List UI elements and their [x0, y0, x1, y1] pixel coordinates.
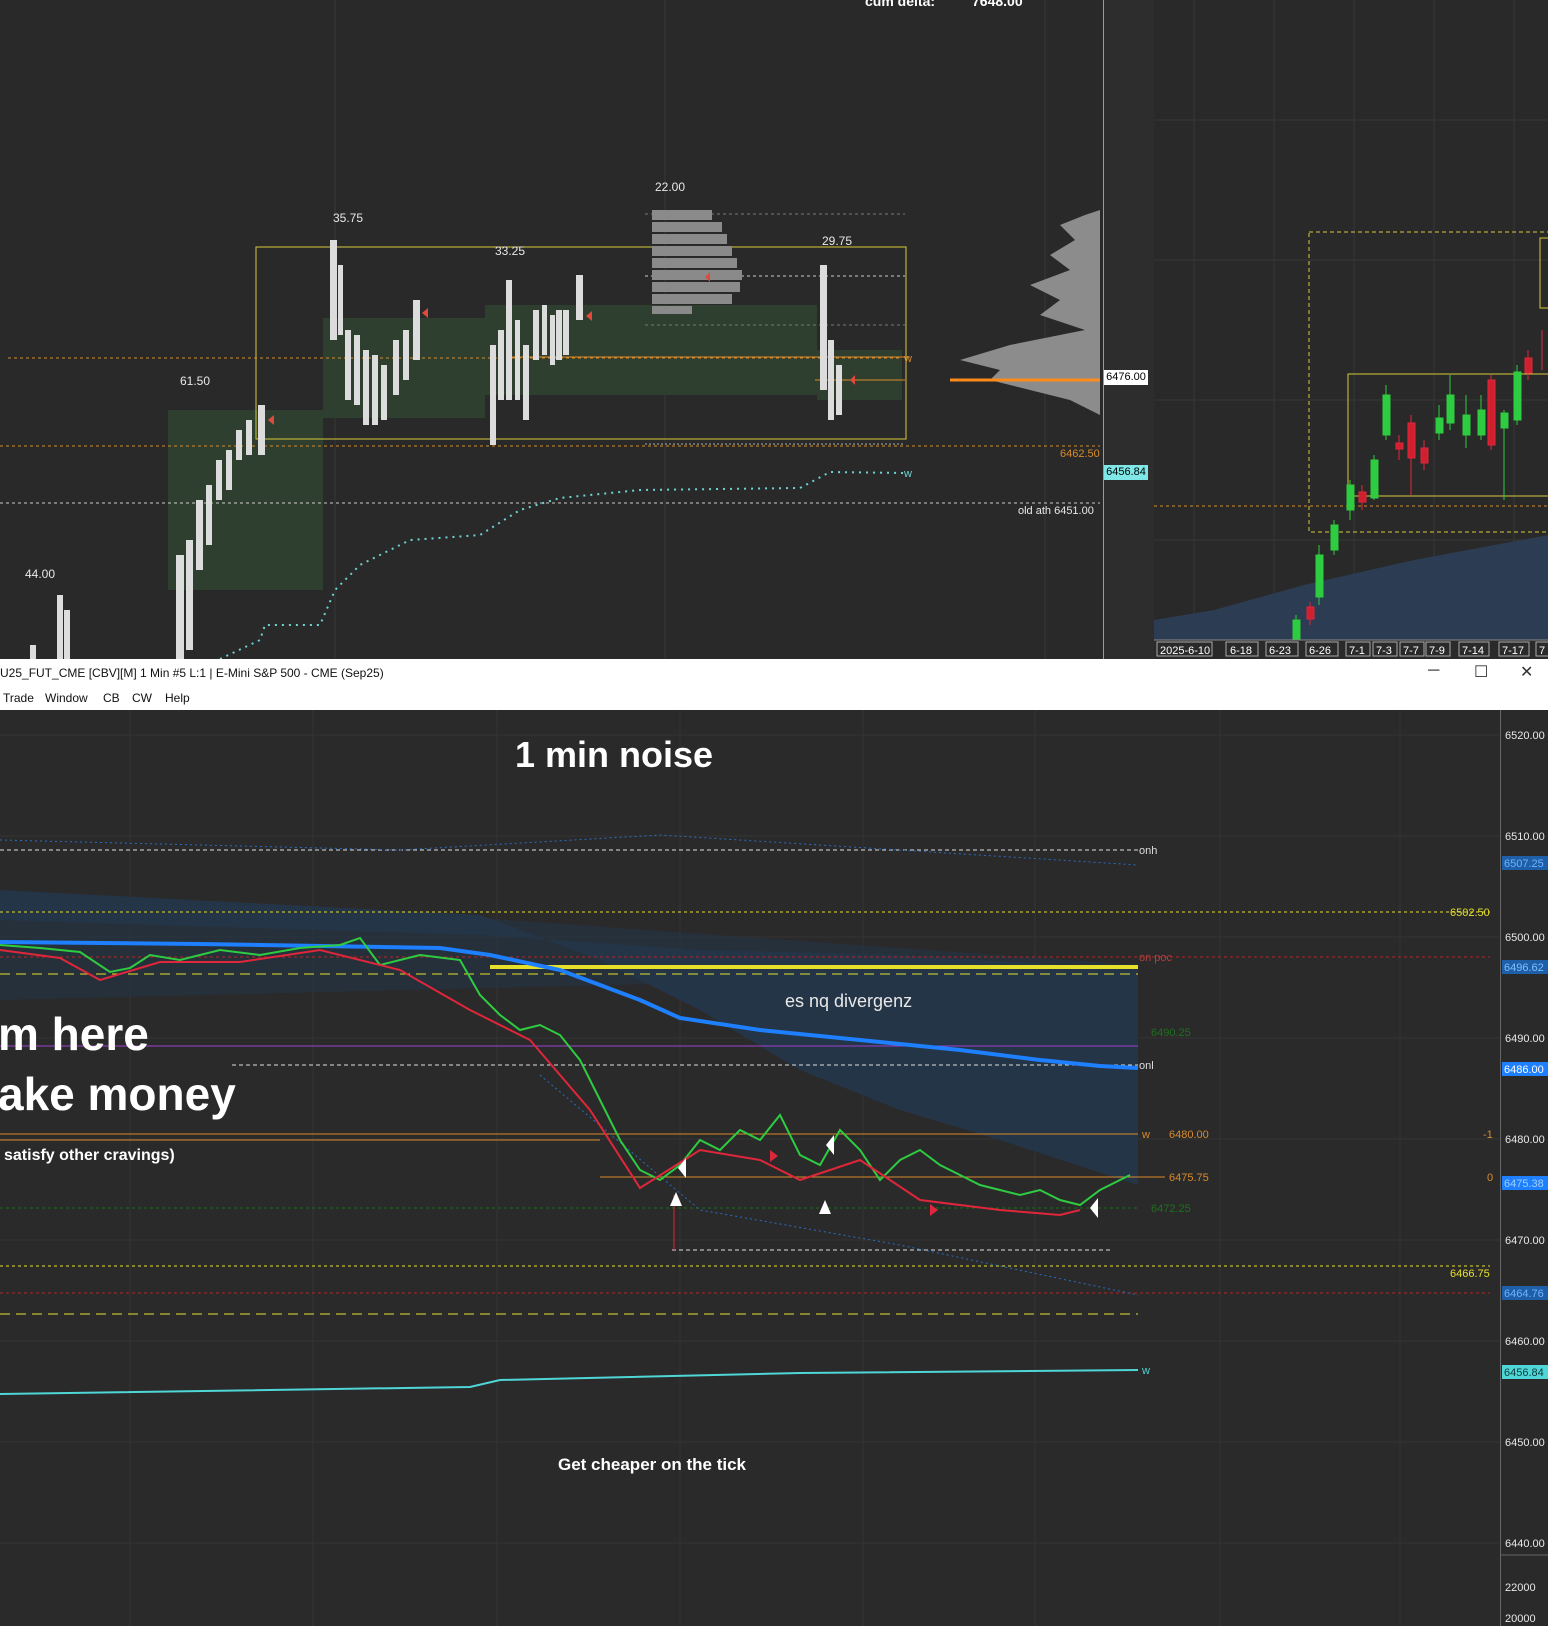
label-w1: w	[1141, 1129, 1150, 1141]
close-button[interactable]: ✕	[1520, 662, 1533, 682]
price-tick-1: 6510.00	[1505, 831, 1545, 843]
volume-tick-1: 20000	[1505, 1613, 1536, 1625]
weekly-vwap-line	[0, 1369, 1139, 1395]
tag-6464: 6464.76	[1504, 1288, 1544, 1300]
cum-delta-value: 7648.00	[972, 0, 1023, 9]
daily-chart-canvas[interactable]: 2025-6-10 6-18 6-23 6-26 7-1 7-3 7-7 7-9…	[1154, 0, 1548, 659]
price-axis[interactable]: 6520.00 6510.00 6500.00 6490.00 6480.00 …	[1500, 710, 1548, 1626]
cum-delta-label: cum delta:	[865, 0, 935, 9]
window-title-bar[interactable]: U25_FUT_CME [CBV][M] 1 Min #5 L:1 | E-Mi…	[0, 659, 1548, 686]
annotation-big-line1: m here	[0, 1008, 149, 1060]
date-tick-0: 2025-6-10	[1160, 645, 1210, 657]
w-marker-cyan: w	[903, 468, 912, 480]
menu-bar[interactable]: Trade Window CB CW Help	[0, 686, 1548, 711]
pane-divider[interactable]: 6476.00 6456.84	[1103, 0, 1155, 659]
range-label-6: 44.00	[25, 567, 55, 581]
tag-6496: 6496.62	[1504, 962, 1544, 974]
range-label-2: 33.25	[495, 244, 525, 258]
price-tick-0: 6520.00	[1505, 730, 1545, 742]
main-chart-canvas[interactable]: 1 min noise es nq divergenz m here ake m…	[0, 710, 1500, 1626]
label-neg1: -1	[1483, 1129, 1493, 1141]
vwap-price-tag: 6456.84	[1104, 465, 1148, 480]
label-6502: 6502.50	[1450, 907, 1490, 919]
date-tick-9: 7-17	[1502, 645, 1524, 657]
menu-cw[interactable]: CW	[132, 691, 152, 705]
menu-help[interactable]: Help	[165, 691, 190, 705]
label-w2: w	[1141, 1365, 1150, 1377]
price-tick-8: 6440.00	[1505, 1538, 1545, 1550]
old-ath-label: old ath 6451.00	[1018, 505, 1094, 517]
minimize-button[interactable]: ─	[1428, 662, 1439, 680]
date-tick-4: 7-1	[1349, 645, 1365, 657]
date-tick-3: 6-26	[1309, 645, 1331, 657]
tag-6486: 6486.00	[1504, 1064, 1544, 1076]
tag-onh: 6507.25	[1504, 858, 1544, 870]
label-6475: 6475.75	[1169, 1172, 1209, 1184]
annotation-bottom-note: Get cheaper on the tick	[558, 1455, 747, 1474]
annotation-divergence: es nq divergenz	[785, 991, 912, 1011]
date-tick-6: 7-7	[1403, 645, 1419, 657]
tpo-chart-canvas[interactable]: 35.75 33.25 22.00 29.75 61.50 44.00 cum …	[0, 0, 1103, 659]
label-onh: onh	[1139, 845, 1157, 857]
w-marker-orange: w	[903, 353, 912, 365]
label-zero: 0	[1487, 1172, 1493, 1184]
date-tick-2: 6-23	[1269, 645, 1291, 657]
maximize-button[interactable]: ☐	[1474, 662, 1488, 682]
annotation-big-line2: ake money	[0, 1068, 236, 1120]
main-chart-pane[interactable]: 1 min noise es nq divergenz m here ake m…	[0, 710, 1500, 1626]
tag-6456: 6456.84	[1504, 1367, 1544, 1379]
volume-tick-0: 22000	[1505, 1582, 1536, 1594]
date-tick-8: 7-14	[1462, 645, 1484, 657]
date-tick-5: 7-3	[1376, 645, 1392, 657]
date-tick-7: 7-9	[1429, 645, 1445, 657]
window-title: U25_FUT_CME [CBV][M] 1 Min #5 L:1 | E-Mi…	[0, 666, 384, 680]
range-label-5: 61.50	[180, 374, 210, 388]
label-6466: 6466.75	[1450, 1268, 1490, 1280]
volume-area	[1154, 535, 1548, 640]
tpo-chart-pane[interactable]: 35.75 33.25 22.00 29.75 61.50 44.00 cum …	[0, 0, 1103, 659]
menu-window[interactable]: Window	[45, 691, 88, 705]
label-onpoc: on poc	[1139, 952, 1173, 964]
date-tick-1: 6-18	[1230, 645, 1252, 657]
menu-trade[interactable]: Trade	[3, 691, 34, 705]
level-6462-label: 6462.50	[1060, 448, 1100, 460]
range-label-3: 22.00	[655, 180, 685, 194]
price-tick-7: 6450.00	[1505, 1437, 1545, 1449]
price-tick-3: 6490.00	[1505, 1033, 1545, 1045]
price-tick-5: 6470.00	[1505, 1235, 1545, 1247]
tag-6475: 6475.38	[1504, 1178, 1544, 1190]
poc-price-tag: 6476.00	[1104, 370, 1148, 385]
label-6480: 6480.00	[1169, 1129, 1209, 1141]
daily-chart-pane[interactable]: 2025-6-10 6-18 6-23 6-26 7-1 7-3 7-7 7-9…	[1154, 0, 1548, 659]
price-tick-6: 6460.00	[1505, 1336, 1545, 1348]
menu-cb[interactable]: CB	[103, 691, 120, 705]
label-onl: onl	[1139, 1060, 1154, 1072]
range-label-4: 29.75	[822, 234, 852, 248]
annotation-cravings: satisfy other cravings)	[4, 1147, 175, 1164]
label-6472: 6472.25	[1151, 1203, 1191, 1215]
volume-profile	[960, 210, 1100, 415]
date-tick-10: 7	[1539, 645, 1545, 657]
range-box-outer	[1308, 231, 1548, 533]
range-label-1: 35.75	[333, 211, 363, 225]
price-tick-2: 6500.00	[1505, 932, 1545, 944]
price-tick-4: 6480.00	[1505, 1134, 1545, 1146]
annotation-title: 1 min noise	[515, 734, 713, 775]
label-6490: 6490.25	[1151, 1027, 1191, 1039]
